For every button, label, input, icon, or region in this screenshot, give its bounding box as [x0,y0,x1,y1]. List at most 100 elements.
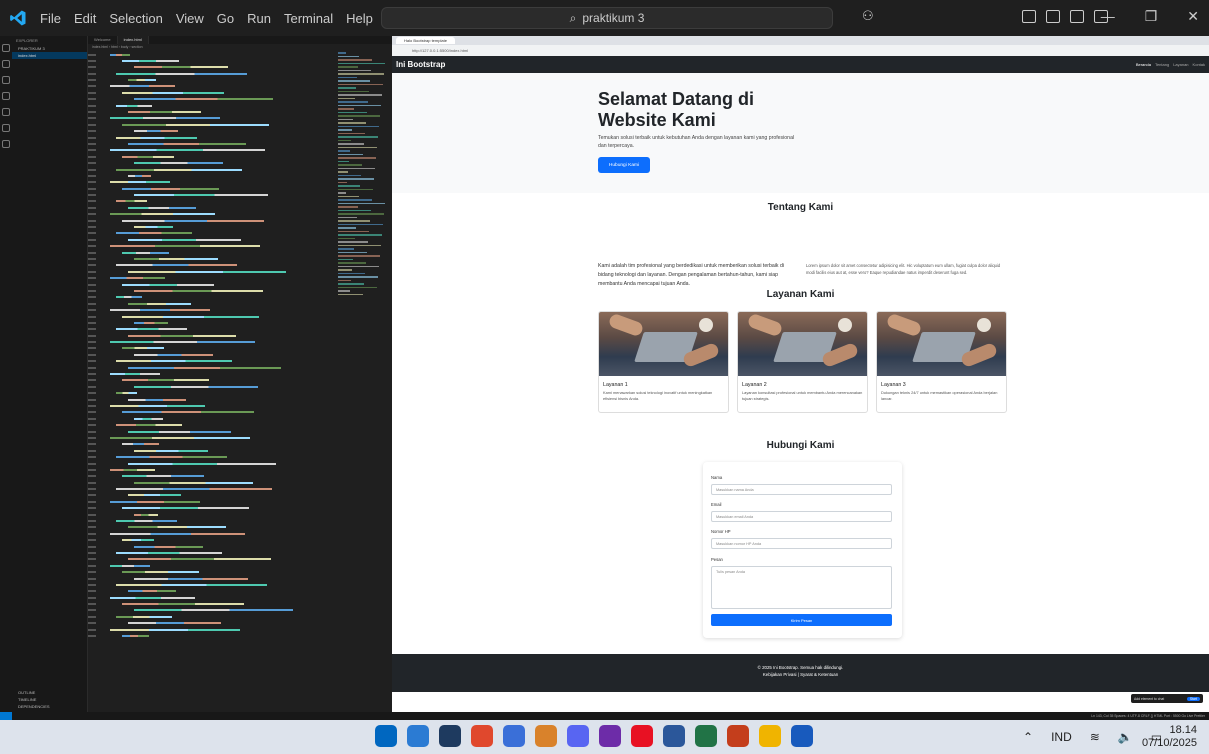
folder-root[interactable]: PRAKTIKUM 3 [12,45,87,52]
menu-terminal[interactable]: Terminal [284,11,333,26]
minimap[interactable] [338,52,388,332]
minimap-line [338,108,354,110]
taskbar-app-icon[interactable] [471,725,493,747]
add-element-to-chat[interactable]: Add element to chat Start [1131,694,1203,703]
toggle-primary-sidebar-icon[interactable] [1046,10,1060,23]
taskbar-app-icon[interactable] [663,725,685,747]
taskbar-app-icon[interactable] [727,725,749,747]
service-card: Layanan 2 Layanan konsultasi profesional… [737,311,868,413]
code-line [88,173,328,178]
code-line [88,538,328,543]
minimap-line [338,237,355,239]
message-label: Pesan [711,557,723,562]
taskbar-app-icon[interactable] [759,725,781,747]
minimap-line [338,80,370,82]
minimap-line [338,97,355,99]
taskbar-app-icon[interactable] [503,725,525,747]
file-index-html[interactable]: index.html [12,52,87,59]
volume-icon[interactable]: 🔈 [1118,730,1133,744]
address-bar[interactable]: http://127.0.0.1:5500/index.html [392,45,1209,56]
email-field[interactable]: Masukkan email Anda [711,511,892,522]
breadcrumb[interactable]: index.html › html › body › section [88,44,392,52]
code-line [88,333,328,338]
code-line [88,595,328,600]
add-element-start-button[interactable]: Start [1186,696,1200,701]
minimap-line [338,178,374,180]
status-info[interactable]: Ln 143, Col 35 Spaces: 4 UTF-8 CRLF {} H… [1091,712,1205,720]
menu-edit[interactable]: Edit [74,11,96,26]
code-line [88,423,328,428]
message-textarea[interactable]: Tulis pesan Anda [711,566,892,609]
toggle-panel-icon[interactable] [1070,10,1084,23]
timeline-section[interactable]: TIMELINE [12,696,87,703]
nav-link-kontak[interactable]: Kontak [1193,62,1205,67]
explorer-header: EXPLORER [16,38,38,43]
code-line [88,167,328,172]
taskbar-app-icon[interactable] [599,725,621,747]
taskbar-app-icon[interactable] [535,725,557,747]
windows-taskbar: ⌃ IND ≋ 🔈 ▭ 18.14 07/10/2025 [0,720,1209,754]
phone-field[interactable]: Masukkan nomor HP Anda [711,538,892,549]
wifi-icon[interactable]: ≋ [1090,730,1100,744]
language-indicator[interactable]: IND [1051,730,1072,744]
remote-indicator-icon[interactable] [0,712,12,720]
restore-icon[interactable]: ❐ [1145,8,1158,25]
code-lines[interactable] [88,52,328,652]
clock[interactable]: 18.14 07/10/2025 [1142,724,1197,750]
command-center-search[interactable]: ⌕ praktikum 3 [381,7,833,29]
menu-selection[interactable]: Selection [109,11,162,26]
about-title: Tentang Kami [767,202,834,213]
minimap-line [338,66,358,68]
taskbar-app-icon[interactable] [375,725,397,747]
minimize-icon[interactable]: — [1101,8,1115,25]
outline-section[interactable]: OUTLINE [12,689,87,696]
taskbar-app-icon[interactable] [631,725,653,747]
search-view-icon[interactable] [2,60,10,68]
minimap-line [338,55,359,57]
taskbar-app-icon[interactable] [695,725,717,747]
tab-index-html[interactable]: index.html [117,36,149,44]
chevron-up-icon[interactable]: ⌃ [1023,730,1033,744]
close-icon[interactable]: ✕ [1187,8,1199,25]
minimap-line [338,290,350,292]
code-line [88,78,328,83]
minimap-line [338,220,370,222]
taskbar-app-icon[interactable] [567,725,589,747]
hubungi-kami-button[interactable]: Hubungi Kami [598,157,650,173]
nav-link-tentang[interactable]: Tentang [1155,62,1169,67]
navbar-brand[interactable]: Ini Bootstrap [396,60,445,69]
menu-help[interactable]: Help [346,11,373,26]
minimap-line [338,101,368,103]
code-line [88,148,328,153]
code-line [88,193,328,198]
source-control-icon[interactable] [2,76,10,84]
menu-go[interactable]: Go [217,11,234,26]
submit-button[interactable]: Kirim Pesan [711,614,892,626]
footer-links[interactable]: Kebijakan Privasi | Syarat & Ketentuan [392,671,1209,678]
tab-welcome[interactable]: Welcome [88,36,118,44]
name-field[interactable]: Masukkan nama Anda [711,484,892,495]
run-debug-icon[interactable] [2,92,10,100]
nav-link-layanan[interactable]: Layanan [1173,62,1188,67]
customize-layout-icon[interactable] [1022,10,1036,23]
copilot-icon[interactable]: ⚇ [862,8,874,24]
taskbar-app-icon[interactable] [407,725,429,747]
nav-link-beranda[interactable]: Beranda [1136,62,1151,67]
menu-run[interactable]: Run [247,11,271,26]
code-editor[interactable]: Welcome index.html index.html › html › b… [88,36,392,712]
minimap-line [338,73,384,75]
dependencies-section[interactable]: DEPENDENCIES [12,703,87,710]
extensions-icon[interactable] [2,108,10,116]
vscode-titlebar: File Edit Selection View Go Run Terminal… [0,0,1209,36]
explorer-icon[interactable] [2,44,10,52]
minimap-line [338,248,354,250]
browser-tab[interactable]: Halo Bootstrap template [396,37,455,44]
taskbar-app-icon[interactable] [791,725,813,747]
testing-icon[interactable] [2,140,10,148]
remote-explorer-icon[interactable] [2,124,10,132]
menu-file[interactable]: File [40,11,61,26]
minimap-line [338,69,371,71]
menu-view[interactable]: View [176,11,204,26]
taskbar-app-icon[interactable] [439,725,461,747]
minimap-line [338,59,372,61]
